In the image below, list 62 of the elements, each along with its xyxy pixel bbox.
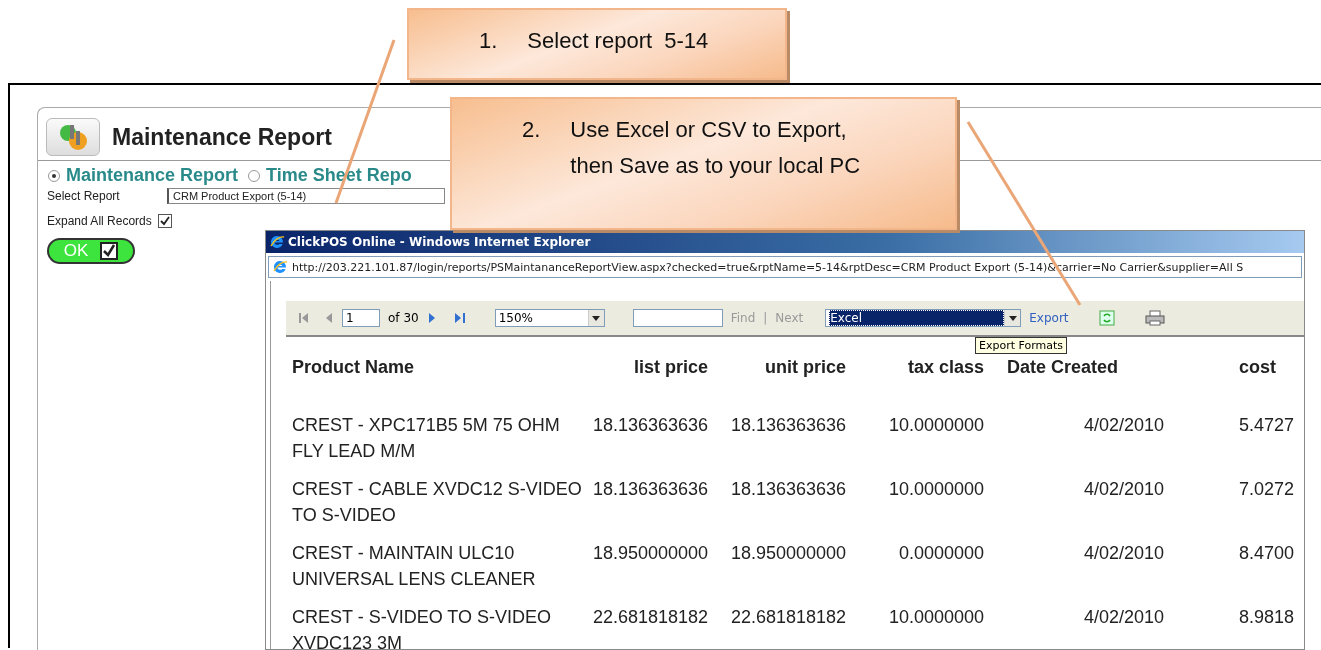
field-label: Select Report bbox=[47, 189, 121, 203]
previous-page-icon[interactable] bbox=[324, 312, 334, 324]
refresh-icon[interactable] bbox=[1098, 310, 1115, 326]
page-field[interactable]: 1 bbox=[342, 309, 380, 327]
table-cell-text: 18.136363636 bbox=[729, 478, 846, 501]
table-cell-text: CREST - S-VIDEO TO S-VIDEO XVDC123 3M bbox=[292, 606, 553, 649]
table-cell-text: CREST - MAINTAIN ULC10 UNIVERSAL LENS CLEANER bbox=[292, 542, 537, 591]
find-field[interactable] bbox=[632, 309, 723, 327]
table-cell-text: 7.0272 bbox=[1238, 478, 1296, 501]
table-cell-text: 0.0000000 bbox=[897, 542, 984, 565]
gear-icon[interactable] bbox=[46, 118, 100, 156]
table-cell-text: CREST - CABLE XVDC12 S-VIDEO TO S-VIDEO bbox=[292, 478, 582, 527]
expand-checkbox[interactable] bbox=[157, 214, 172, 228]
column-header: unit price bbox=[764, 357, 846, 378]
select-report-field[interactable]: CRM Product Export (5-14) bbox=[167, 188, 445, 204]
page-count: of 30 bbox=[388, 311, 419, 325]
table-cell-text: 4/02/2010 bbox=[1082, 606, 1164, 629]
checkbox-icon bbox=[100, 242, 119, 260]
column-header: Product Name bbox=[292, 357, 416, 378]
table-cell-text: 10.0000000 bbox=[887, 414, 984, 437]
table-cell-text: 4/02/2010 bbox=[1082, 414, 1164, 437]
table-cell-text: 10.0000000 bbox=[887, 478, 984, 501]
column-header: tax class bbox=[906, 357, 984, 378]
browser-logo-icon bbox=[272, 259, 288, 275]
first-page-icon[interactable] bbox=[298, 312, 310, 324]
callout-text: Use Excel or CSV to Export, bbox=[570, 117, 848, 143]
table-cell-text: 10.0000000 bbox=[887, 606, 984, 629]
table-cell-text: CREST - XPC171B5 5M 75 OHM FLY LEAD M/M bbox=[292, 414, 561, 463]
last-page-icon[interactable] bbox=[452, 312, 467, 324]
separator: | bbox=[763, 311, 768, 325]
callout-text: Select report 5-14 bbox=[527, 28, 709, 54]
step-number: 1. bbox=[479, 28, 498, 54]
table-cell-text: 22.681818182 bbox=[729, 606, 846, 629]
export-link[interactable]: Export bbox=[1029, 311, 1069, 325]
print-icon[interactable] bbox=[1144, 310, 1165, 326]
export-format-dropdown[interactable]: Excel bbox=[825, 309, 1022, 327]
caret-icon bbox=[1008, 315, 1017, 321]
table-cell-text: 18.136363636 bbox=[591, 478, 708, 501]
column-header: Date Created bbox=[1005, 357, 1119, 378]
report-title: Maintenance Report bbox=[112, 123, 332, 151]
report-type-radio[interactable]: Maintenance Report bbox=[48, 165, 239, 186]
checkbox-label: Expand All Records bbox=[47, 214, 152, 228]
step-number: 2. bbox=[522, 117, 541, 143]
table-cell-text: 18.950000000 bbox=[729, 542, 846, 565]
table-cell-text: 18.136363636 bbox=[591, 414, 708, 437]
table-cell-text: 8.9818 bbox=[1238, 606, 1296, 629]
next-page-icon[interactable] bbox=[426, 312, 437, 324]
table-cell-text: 4/02/2010 bbox=[1082, 478, 1164, 501]
caret-icon bbox=[592, 315, 601, 321]
table-cell-text: 8.4700 bbox=[1238, 542, 1296, 565]
table-cell-text: 18.136363636 bbox=[729, 414, 846, 437]
column-header: list price bbox=[632, 357, 708, 378]
browser-logo-icon bbox=[269, 234, 285, 250]
column-header: cost bbox=[1238, 357, 1277, 378]
table-cell-text: 4/02/2010 bbox=[1082, 542, 1164, 565]
tooltip: Export Formats bbox=[975, 337, 1067, 354]
window-title: ClickPOS Online - Windows Internet Explorer bbox=[288, 235, 591, 249]
callout-text: then Save as to your local PC bbox=[570, 153, 861, 179]
table-cell-text: 18.950000000 bbox=[591, 542, 708, 565]
table-cell-text: 22.681818182 bbox=[591, 606, 708, 629]
zoom-dropdown[interactable]: 150% bbox=[494, 309, 605, 327]
table-cell-text: 5.4727 bbox=[1238, 414, 1296, 437]
